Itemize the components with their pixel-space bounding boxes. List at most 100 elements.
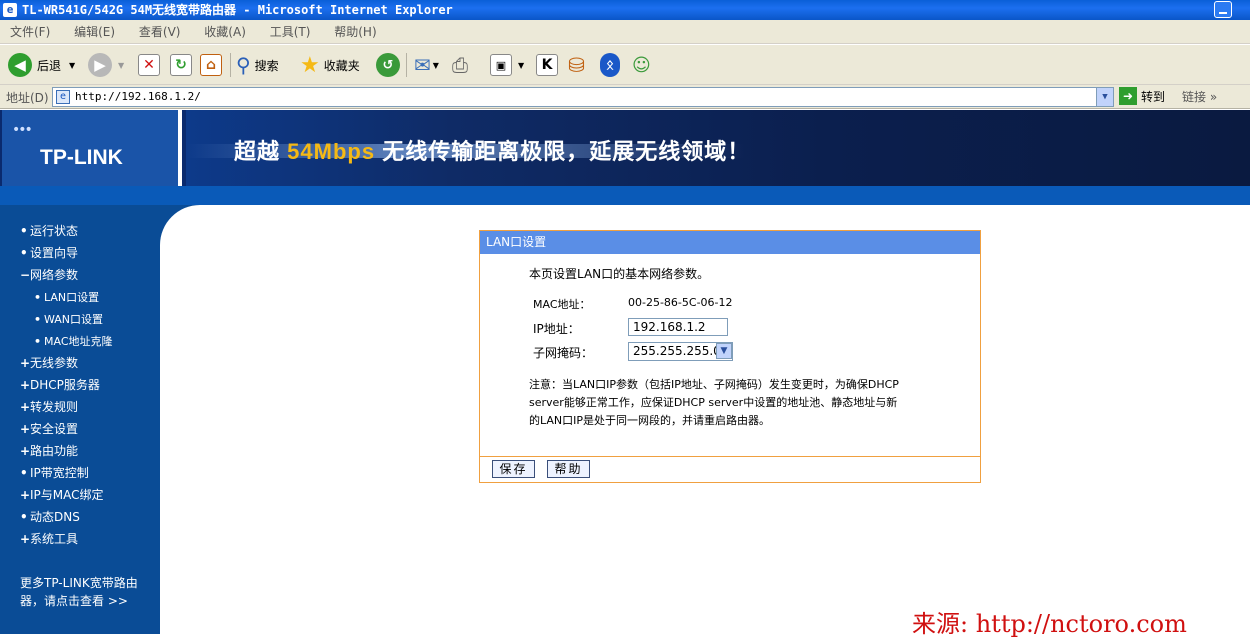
messenger-button[interactable]: ☺ xyxy=(632,51,651,79)
window-titlebar: e TL-WR541G/542G 54M无线宽带路由器 - Microsoft … xyxy=(0,0,1250,20)
stop-icon: ✕ xyxy=(138,54,160,76)
bullet-icon: • xyxy=(20,224,28,238)
refresh-icon: ↻ xyxy=(170,54,192,76)
sidebar-item-security[interactable]: +安全设置 xyxy=(20,420,78,437)
messenger-k-button[interactable]: K xyxy=(536,51,558,79)
menu-bar: 文件(F) 编辑(E) 查看(V) 收藏(A) 工具(T) 帮助(H) xyxy=(0,20,1250,44)
back-dropdown-icon[interactable]: ▼ xyxy=(69,61,75,70)
history-button[interactable]: ↺ xyxy=(376,51,400,79)
sidebar-item-label: 运行状态 xyxy=(30,224,79,238)
expand-icon: + xyxy=(20,356,31,370)
minimize-button[interactable] xyxy=(1214,1,1232,18)
logo-text: TP-LINK xyxy=(40,146,123,169)
save-button[interactable]: 保存 xyxy=(492,460,535,478)
sidebar-item-dhcp[interactable]: +DHCP服务器 xyxy=(20,376,100,393)
menu-tools[interactable]: 工具(T) xyxy=(270,20,311,44)
back-button[interactable]: ◀ 后退 ▼ xyxy=(8,51,75,79)
sidebar-item-label: 无线参数 xyxy=(30,356,79,370)
sidebar-item-label: 转发规则 xyxy=(30,400,79,414)
research-button[interactable]: ⛁ xyxy=(568,51,585,79)
forward-arrow-icon: ▶ xyxy=(88,53,112,77)
sidebar-item-routing[interactable]: +路由功能 xyxy=(20,442,78,459)
search-label: 搜索 xyxy=(254,58,279,73)
expand-icon: + xyxy=(20,400,31,414)
sidebar-item-wireless[interactable]: +无线参数 xyxy=(20,354,78,371)
bluetooth-icon: ᛟ xyxy=(600,53,620,77)
bullet-icon: • xyxy=(34,291,42,304)
panel-divider xyxy=(480,456,980,457)
star-icon: ★ xyxy=(300,52,320,78)
slogan-part-a: 超越 xyxy=(234,139,281,164)
forward-button[interactable]: ▶ ▼ xyxy=(88,51,124,79)
ip-label: IP地址： xyxy=(533,322,580,336)
sidebar-nav: • 运行状态 • 设置向导 −网络参数 • LAN口设置 • WAN口设置 • MAC地址… xyxy=(0,205,160,634)
sidebar-item-network[interactable]: −网络参数 xyxy=(20,266,78,283)
menu-file[interactable]: 文件(F) xyxy=(10,20,50,44)
sidebar-item-label: 安全设置 xyxy=(30,422,79,436)
subnet-mask-select[interactable]: 255.255.255.0 ▼ xyxy=(628,342,733,361)
address-dropdown-icon[interactable]: ▼ xyxy=(1096,88,1113,106)
sidebar-item-bandwidth[interactable]: • IP带宽控制 xyxy=(20,464,89,481)
sidebar-item-status[interactable]: • 运行状态 xyxy=(20,222,78,239)
mail-icon: ✉ xyxy=(414,53,431,77)
sidebar-item-wizard[interactable]: • 设置向导 xyxy=(20,244,78,261)
edit-dropdown-icon[interactable]: ▼ xyxy=(518,61,524,70)
sidebar-item-wan[interactable]: • WAN口设置 xyxy=(34,311,103,327)
bullet-icon: • xyxy=(34,313,42,326)
sidebar-item-ip-mac-binding[interactable]: +IP与MAC绑定 xyxy=(20,486,104,503)
printer-icon: ⎙ xyxy=(452,53,468,77)
sidebar-item-system-tools[interactable]: +系统工具 xyxy=(20,530,78,547)
menu-favorites[interactable]: 收藏(A) xyxy=(204,20,246,44)
toolbar-separator xyxy=(230,53,231,77)
bullet-icon: • xyxy=(20,510,28,524)
favorites-button[interactable]: ★ 收藏夹 xyxy=(300,51,360,79)
more-products-link[interactable]: 更多TP-LINK宽带路由器，请点击查看 >> xyxy=(20,574,150,610)
bullet-icon: • xyxy=(34,335,42,348)
edit-page-icon: ▣ xyxy=(490,54,512,76)
tp-link-logo: ••• TP-LINK xyxy=(2,110,182,186)
research-icon: ⛁ xyxy=(568,53,585,77)
collapse-icon: − xyxy=(20,268,31,282)
edit-button[interactable]: ▣ ▼ xyxy=(490,51,524,79)
panel-title: LAN口设置 xyxy=(480,231,980,254)
ip-address-input[interactable]: 192.168.1.2 xyxy=(628,318,728,336)
address-url: http://192.168.1.2/ xyxy=(75,90,201,103)
sidebar-item-mac-clone[interactable]: • MAC地址克隆 xyxy=(34,333,113,349)
forward-dropdown-icon[interactable]: ▼ xyxy=(118,61,124,70)
sidebar-item-forwarding[interactable]: +转发规则 xyxy=(20,398,78,415)
lan-settings-panel: LAN口设置 本页设置LAN口的基本网络参数。 MAC地址： 00-25-86-… xyxy=(479,230,981,483)
print-button[interactable]: ⎙ xyxy=(452,51,468,79)
go-button[interactable]: ➜ 转到 xyxy=(1119,87,1165,105)
refresh-button[interactable]: ↻ xyxy=(170,51,192,79)
subnet-mask-label: 子网掩码： xyxy=(533,346,594,360)
banner-divider xyxy=(0,186,1250,205)
sidebar-item-label: 动态DNS xyxy=(30,510,80,524)
bluetooth-button[interactable]: ᛟ xyxy=(600,51,620,79)
sidebar-item-ddns[interactable]: • 动态DNS xyxy=(20,508,80,525)
menu-view[interactable]: 查看(V) xyxy=(139,20,181,44)
expand-icon: + xyxy=(20,378,31,392)
ie-icon: e xyxy=(3,3,17,17)
k-app-icon: K xyxy=(536,54,558,76)
menu-edit[interactable]: 编辑(E) xyxy=(74,20,115,44)
search-button[interactable]: ⚲ 搜索 xyxy=(236,51,279,79)
chevron-down-icon[interactable]: ▼ xyxy=(716,343,732,359)
address-label: 地址(D) xyxy=(6,91,49,105)
go-label: 转到 xyxy=(1141,89,1166,104)
sidebar-item-label: IP与MAC绑定 xyxy=(30,488,104,502)
bullet-icon: • xyxy=(20,246,28,260)
menu-help[interactable]: 帮助(H) xyxy=(334,20,376,44)
sidebar-item-label: MAC地址克隆 xyxy=(44,335,113,348)
address-input[interactable]: e http://192.168.1.2/ ▼ xyxy=(52,87,1114,107)
sidebar-item-label: 设置向导 xyxy=(30,246,79,260)
help-button[interactable]: 帮助 xyxy=(547,460,590,478)
mail-dropdown-icon[interactable]: ▼ xyxy=(433,61,439,70)
expand-icon: + xyxy=(20,422,31,436)
home-button[interactable]: ⌂ xyxy=(200,51,222,79)
favorites-label: 收藏夹 xyxy=(323,58,360,73)
mail-button[interactable]: ✉ ▼ xyxy=(414,51,439,79)
links-button[interactable]: 链接 » xyxy=(1182,88,1217,105)
stop-button[interactable]: ✕ xyxy=(138,51,160,79)
sidebar-item-lan[interactable]: • LAN口设置 xyxy=(34,289,99,305)
slogan-highlight: 54Mbps xyxy=(287,139,376,164)
